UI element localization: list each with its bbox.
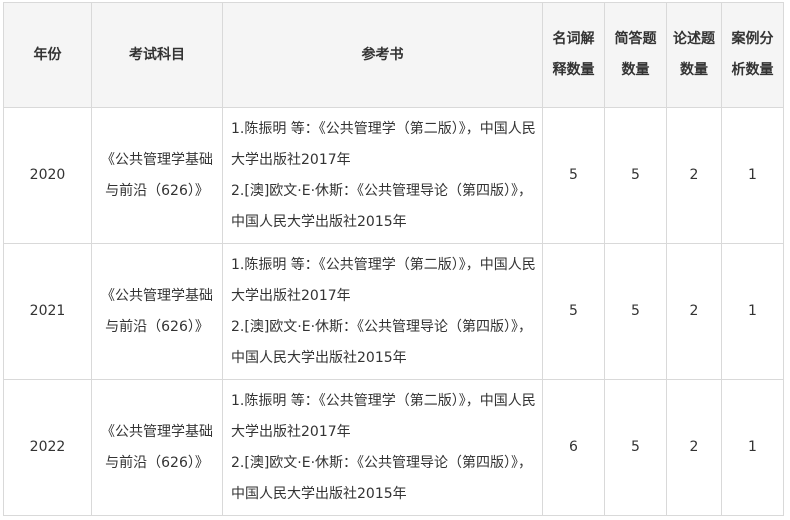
table-row: 2020 《公共管理学基础与前沿（626）》 1.陈振明 等：《公共管理学（第二…	[3, 107, 784, 244]
subject-cell: 《公共管理学基础与前沿（626）》	[91, 379, 223, 516]
book-line-1: 1.陈振明 等：《公共管理学（第二版）》，中国人民大学出版社2017年	[231, 392, 536, 440]
year-cell: 2022	[3, 379, 92, 516]
essay-count-cell: 2	[666, 379, 722, 516]
subject-cell: 《公共管理学基础与前沿（626）》	[91, 243, 223, 380]
books-cell: 1.陈振明 等：《公共管理学（第二版）》，中国人民大学出版社2017年 2.[澳…	[222, 243, 543, 380]
header-case-count: 案例分析数量	[721, 2, 784, 108]
essay-count-cell: 2	[666, 243, 722, 380]
book-line-2: 2.[澳]欧文·E·休斯：《公共管理导论（第四版）》，中国人民大学出版社2015…	[231, 454, 533, 502]
subject-text: 《公共管理学基础与前沿（626）》	[101, 287, 213, 335]
header-essay-count: 论述题数量	[666, 2, 722, 108]
header-subject: 考试科目	[91, 2, 223, 108]
case-count-cell: 1	[721, 243, 784, 380]
essay-count-cell: 2	[666, 107, 722, 244]
table-row: 2022 《公共管理学基础与前沿（626）》 1.陈振明 等：《公共管理学（第二…	[3, 379, 784, 516]
case-count-cell: 1	[721, 379, 784, 516]
books-cell: 1.陈振明 等：《公共管理学（第二版）》，中国人民大学出版社2017年 2.[澳…	[222, 379, 543, 516]
book-line-1: 1.陈振明 等：《公共管理学（第二版）》，中国人民大学出版社2017年	[231, 120, 536, 168]
short-answer-count-cell: 5	[604, 243, 667, 380]
year-cell: 2020	[3, 107, 92, 244]
header-terms-count: 名词解释数量	[542, 2, 605, 108]
table-row: 2021 《公共管理学基础与前沿（626）》 1.陈振明 等：《公共管理学（第二…	[3, 243, 784, 380]
book-line-2: 2.[澳]欧文·E·休斯：《公共管理导论（第四版）》，中国人民大学出版社2015…	[231, 318, 533, 366]
short-answer-count-cell: 5	[604, 379, 667, 516]
book-line-2: 2.[澳]欧文·E·休斯：《公共管理导论（第四版）》，中国人民大学出版社2015…	[231, 182, 533, 230]
exam-table: 年份 考试科目 参考书 名词解释数量 简答题数量 论述题数量 案例分析数量 20…	[3, 2, 784, 516]
book-line-1: 1.陈振明 等：《公共管理学（第二版）》，中国人民大学出版社2017年	[231, 256, 536, 304]
header-year: 年份	[3, 2, 92, 108]
subject-text: 《公共管理学基础与前沿（626）》	[101, 151, 213, 199]
subject-text: 《公共管理学基础与前沿（626）》	[101, 423, 213, 471]
subject-cell: 《公共管理学基础与前沿（626）》	[91, 107, 223, 244]
short-answer-count-cell: 5	[604, 107, 667, 244]
terms-count-cell: 5	[542, 107, 605, 244]
header-books: 参考书	[222, 2, 543, 108]
books-cell: 1.陈振明 等：《公共管理学（第二版）》，中国人民大学出版社2017年 2.[澳…	[222, 107, 543, 244]
terms-count-cell: 6	[542, 379, 605, 516]
year-cell: 2021	[3, 243, 92, 380]
case-count-cell: 1	[721, 107, 784, 244]
header-row: 年份 考试科目 参考书 名词解释数量 简答题数量 论述题数量 案例分析数量	[3, 2, 784, 108]
terms-count-cell: 5	[542, 243, 605, 380]
header-short-answer-count: 简答题数量	[604, 2, 667, 108]
